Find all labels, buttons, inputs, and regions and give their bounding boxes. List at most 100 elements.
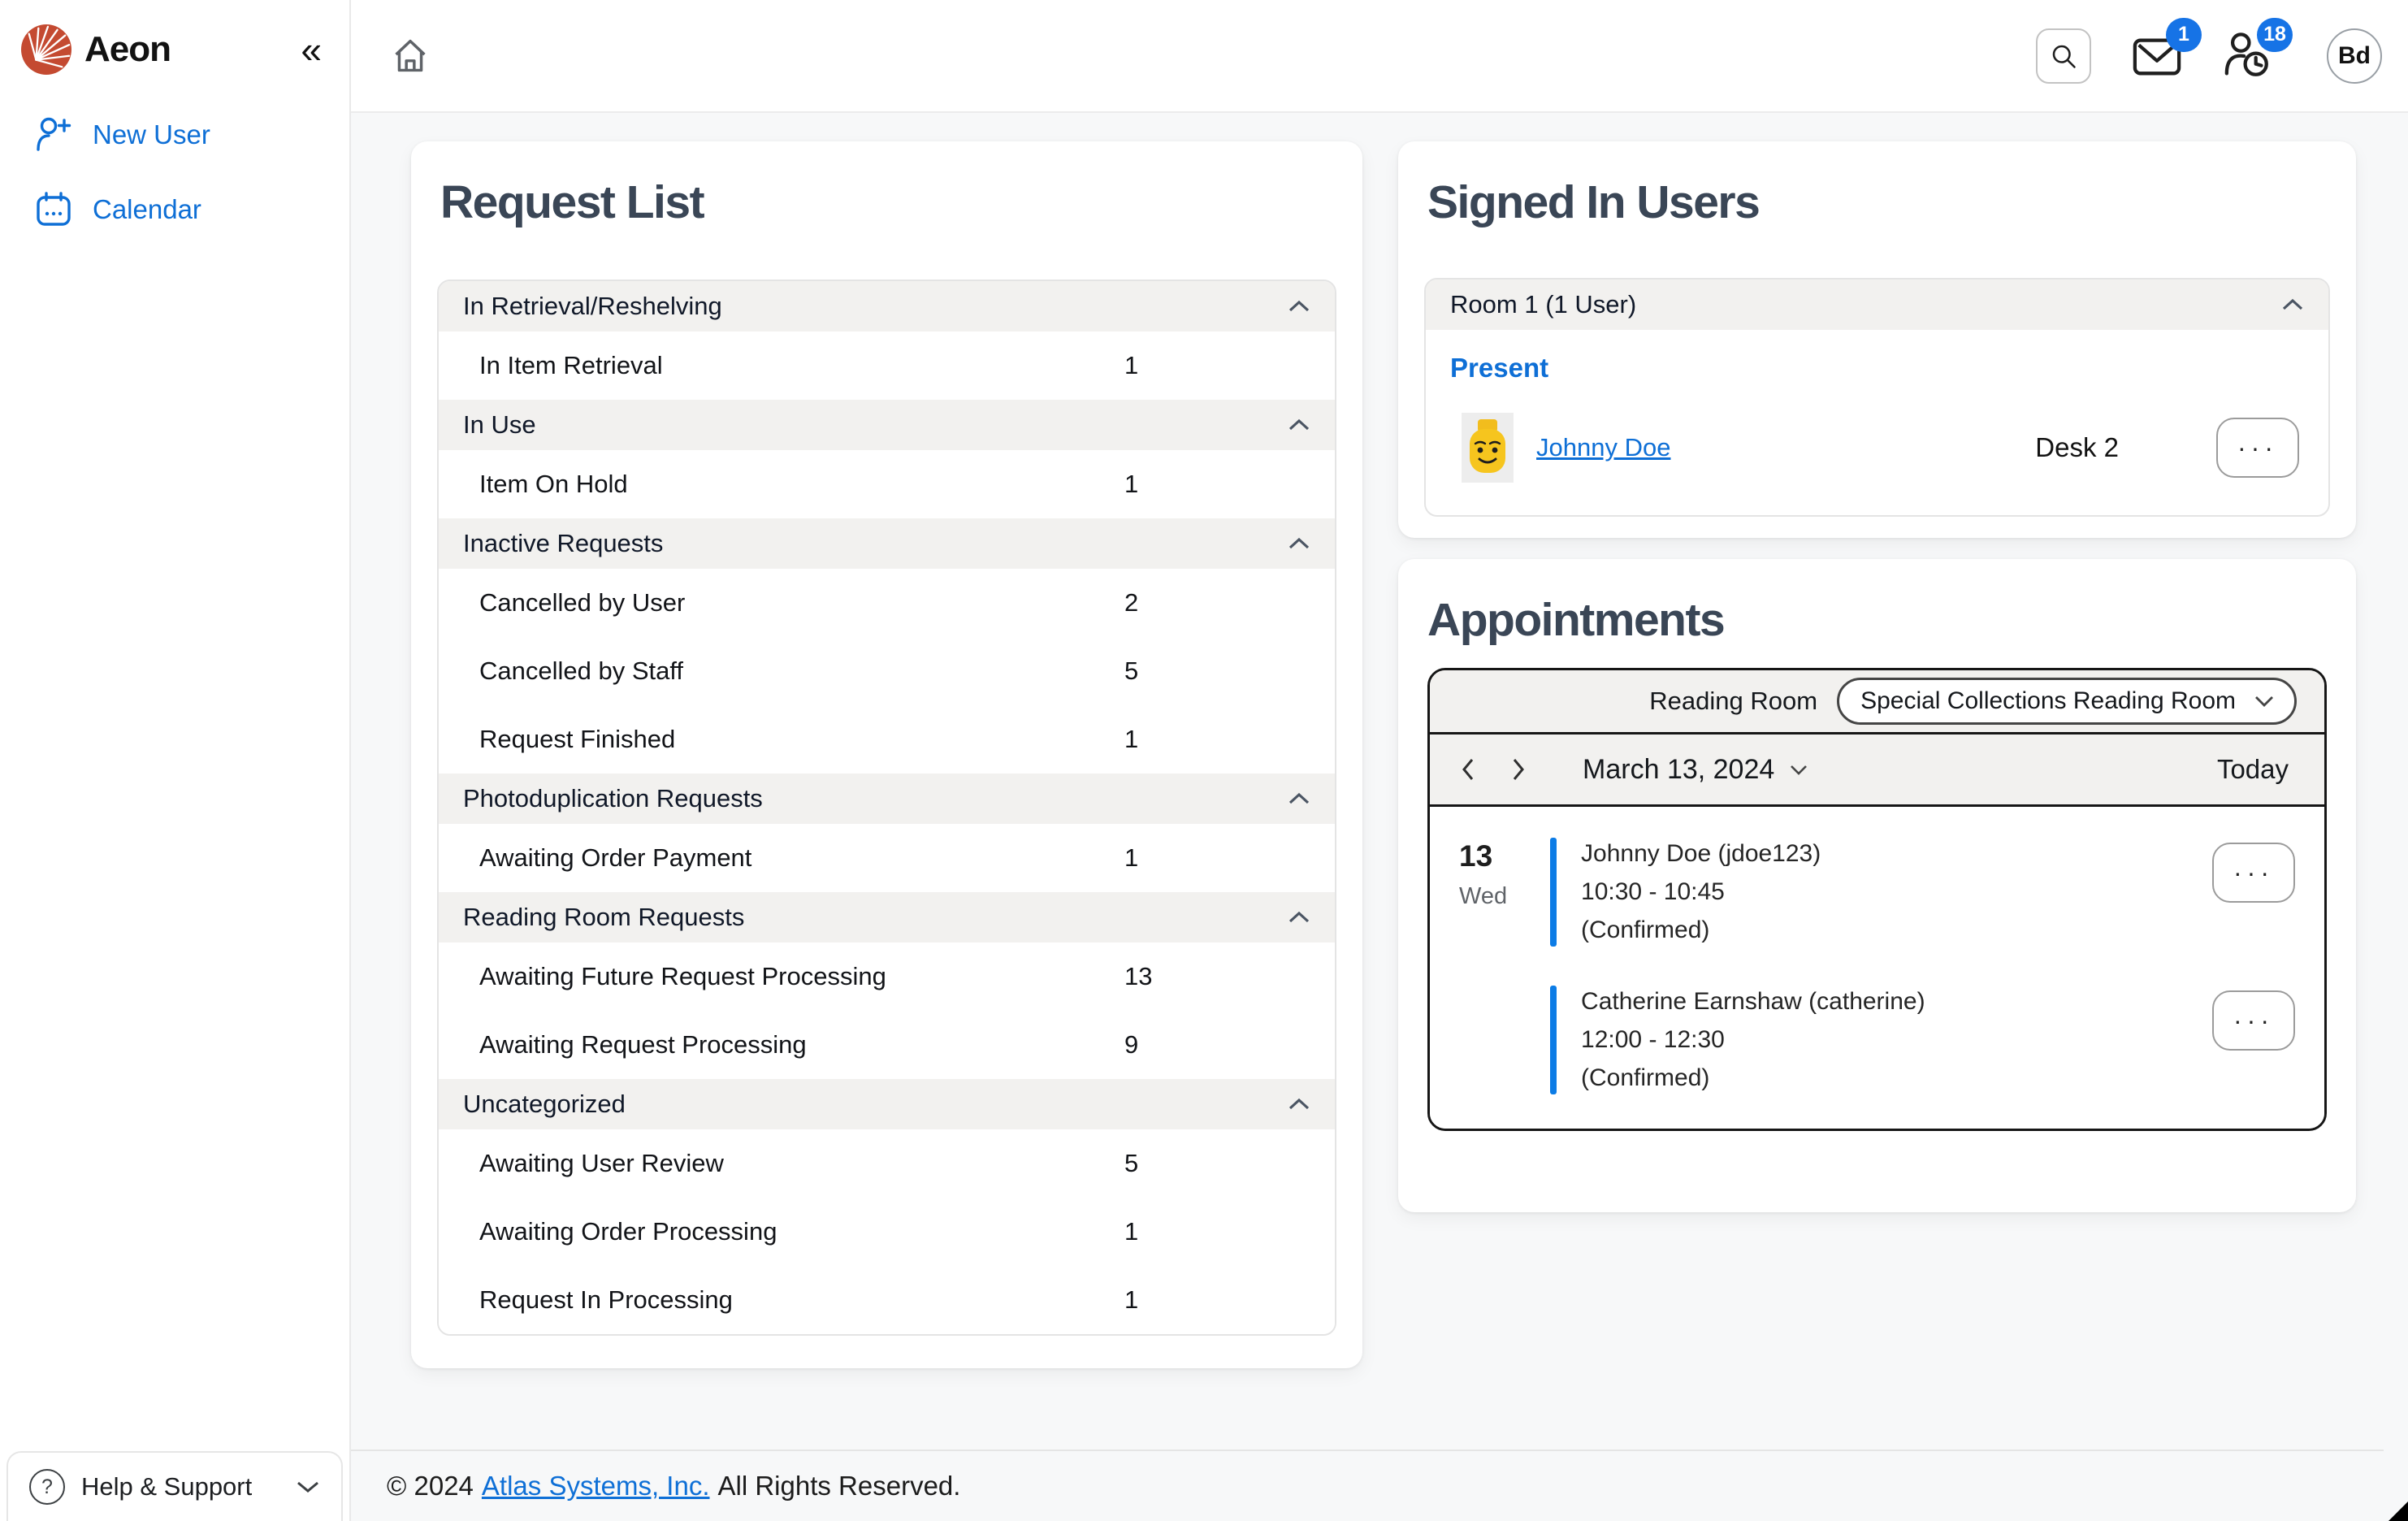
current-date-label: March 13, 2024: [1583, 753, 1775, 785]
signed-in-users-card: Signed In Users Room 1 (1 User) Present: [1398, 141, 2356, 538]
queue-row-awaiting-order-processing[interactable]: Awaiting Order Processing 1: [439, 1198, 1336, 1266]
user-desk-label: Desk 2: [2035, 432, 2119, 462]
appointment-actions-button[interactable]: ···: [2212, 843, 2295, 903]
signed-in-users-button[interactable]: 18: [2223, 17, 2293, 81]
queue-row-cancelled-by-staff[interactable]: Cancelled by Staff 5: [439, 637, 1336, 705]
user-avatar: [1462, 413, 1514, 483]
queue-label: Cancelled by User: [479, 588, 686, 617]
queue-label: Item On Hold: [479, 470, 628, 498]
topbar: 1 18 Bd: [351, 0, 2408, 113]
section-in-retrieval-reshelving[interactable]: In Retrieval/Reshelving: [439, 281, 1336, 332]
appointment-actions-button[interactable]: ···: [2212, 990, 2295, 1051]
appointment-entry: 13 Wed Johnny Doe (jdoe123) 10:30 - 10:4…: [1459, 838, 2295, 947]
section-photoduplication-requests[interactable]: Photoduplication Requests: [439, 774, 1336, 824]
reading-room-value: Special Collections Reading Room: [1860, 687, 2236, 714]
sidebar: Aeon « New User Calendar ? Help & Suppor…: [0, 0, 351, 1521]
ellipsis-icon: ···: [2233, 1005, 2274, 1035]
queue-count: 1: [1124, 843, 1139, 872]
section-reading-room-requests[interactable]: Reading Room Requests: [439, 892, 1336, 942]
user-plus-icon: [34, 115, 73, 154]
appointment-color-bar: [1550, 838, 1557, 947]
avatar-button[interactable]: Bd: [2327, 28, 2382, 84]
brand: Aeon: [21, 24, 171, 75]
chevron-up-icon: [1288, 911, 1310, 924]
appointment-status: (Confirmed): [1581, 916, 1710, 943]
right-column: Signed In Users Room 1 (1 User) Present: [1398, 141, 2356, 1450]
appointment-time: 10:30 - 10:45: [1581, 878, 1725, 905]
chevron-down-icon: [296, 1480, 320, 1494]
queue-count: 1: [1124, 351, 1139, 379]
home-button[interactable]: [385, 31, 435, 81]
sidebar-item-label: New User: [93, 119, 210, 150]
queue-count: 5: [1124, 656, 1139, 685]
queue-row-cancelled-by-user[interactable]: Cancelled by User 2: [439, 569, 1336, 637]
previous-day-button[interactable]: [1461, 757, 1475, 782]
help-icon: ?: [29, 1469, 65, 1505]
appointment-details: Johnny Doe (jdoe123) 10:30 - 10:45 (Conf…: [1581, 838, 1821, 947]
room-accordion: Room 1 (1 User) Present Johnny Doe Desk …: [1424, 278, 2330, 517]
content: Request List In Retrieval/Reshelving In …: [351, 113, 2408, 1450]
room-body: Present Johnny Doe Desk 2 ···: [1426, 330, 2328, 515]
request-list-accordion: In Retrieval/Reshelving In Item Retrieva…: [437, 280, 1337, 1336]
sidebar-item-new-user[interactable]: New User: [18, 104, 331, 166]
queue-row-request-in-processing[interactable]: Request In Processing 1: [439, 1266, 1336, 1334]
queue-label: Awaiting Order Processing: [479, 1217, 777, 1246]
queue-row-request-finished[interactable]: Request Finished 1: [439, 705, 1336, 774]
avatar-initials: Bd: [2338, 41, 2371, 69]
sidebar-nav: New User Calendar: [0, 104, 349, 240]
room-label: Room 1 (1 User): [1450, 290, 1637, 318]
queue-row-awaiting-user-review[interactable]: Awaiting User Review 5: [439, 1129, 1336, 1198]
topbar-actions: 1 18 Bd: [2036, 17, 2382, 84]
chevron-up-icon: [1288, 792, 1310, 805]
ellipsis-icon: ···: [2237, 432, 2278, 462]
chevron-up-icon: [2281, 298, 2304, 311]
queue-row-item-on-hold[interactable]: Item On Hold 1: [439, 450, 1336, 518]
queue-count: 13: [1124, 962, 1153, 990]
queue-row-awaiting-order-payment[interactable]: Awaiting Order Payment 1: [439, 824, 1336, 892]
today-button[interactable]: Today: [2212, 753, 2293, 786]
user-name-link[interactable]: Johnny Doe: [1536, 433, 1670, 462]
next-day-button[interactable]: [1511, 757, 1526, 782]
queue-count: 2: [1124, 588, 1139, 617]
atlas-systems-link[interactable]: Atlas Systems, Inc.: [482, 1471, 710, 1502]
signed-in-users-title: Signed In Users: [1427, 176, 1761, 228]
section-inactive-requests[interactable]: Inactive Requests: [439, 518, 1336, 569]
sidebar-item-calendar[interactable]: Calendar: [18, 179, 331, 240]
collapse-icon: «: [301, 28, 322, 71]
room-section-header[interactable]: Room 1 (1 User): [1426, 280, 2328, 330]
reading-room-select[interactable]: Special Collections Reading Room: [1837, 678, 2297, 725]
ellipsis-icon: ···: [2233, 857, 2274, 887]
queue-count: 1: [1124, 725, 1139, 753]
queue-row-awaiting-future-request-processing[interactable]: Awaiting Future Request Processing 13: [439, 942, 1336, 1011]
sidebar-collapse-button[interactable]: «: [301, 31, 322, 68]
queue-row-awaiting-request-processing[interactable]: Awaiting Request Processing 9: [439, 1011, 1336, 1079]
queue-count: 1: [1124, 470, 1139, 498]
queue-label: Cancelled by Staff: [479, 656, 684, 685]
date-picker-button[interactable]: March 13, 2024: [1578, 753, 1813, 786]
chevron-right-icon: [1511, 757, 1526, 782]
appointment-entry: Catherine Earnshaw (catherine) 12:00 - 1…: [1459, 986, 2295, 1094]
queue-label: Awaiting User Review: [479, 1149, 724, 1177]
queue-count: 9: [1124, 1030, 1139, 1059]
queue-row-in-item-retrieval[interactable]: In Item Retrieval 1: [439, 332, 1336, 400]
mail-button[interactable]: 1: [2132, 17, 2202, 81]
chevron-down-icon: [1789, 764, 1808, 776]
help-support-button[interactable]: ? Help & Support: [6, 1451, 343, 1521]
chevron-down-icon: [2254, 695, 2275, 708]
request-list-card: Request List In Retrieval/Reshelving In …: [411, 141, 1363, 1368]
appointment-user: Johnny Doe (jdoe123): [1581, 840, 1821, 867]
section-in-use[interactable]: In Use: [439, 400, 1336, 450]
section-label: Uncategorized: [463, 1090, 626, 1118]
chevron-up-icon: [1288, 1098, 1310, 1111]
user-actions-button[interactable]: ···: [2216, 418, 2299, 478]
queue-count: 1: [1124, 1285, 1139, 1314]
users-badge: 18: [2257, 17, 2293, 52]
day-number: 13: [1459, 839, 1493, 873]
search-button[interactable]: [2036, 28, 2091, 84]
calendar-icon: [34, 190, 73, 229]
signed-in-user-row: Johnny Doe Desk 2 ···: [1450, 413, 2304, 483]
section-uncategorized[interactable]: Uncategorized: [439, 1079, 1336, 1129]
queue-label: Request In Processing: [479, 1285, 733, 1314]
queue-label: Request Finished: [479, 725, 676, 753]
corner-resize-artifact: [2389, 1502, 2408, 1521]
